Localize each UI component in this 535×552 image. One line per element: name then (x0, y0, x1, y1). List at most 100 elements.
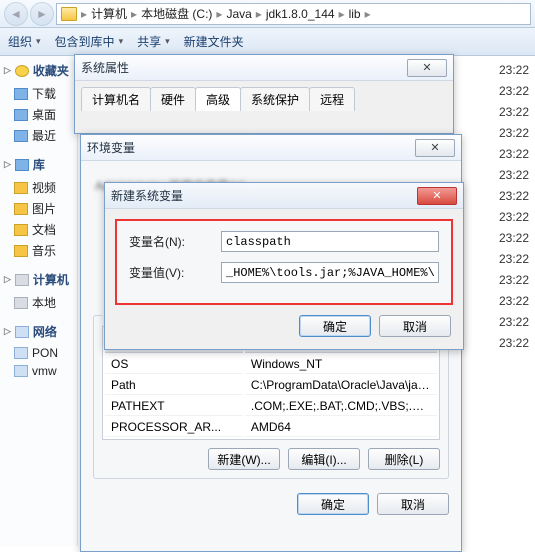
pc-icon (14, 347, 28, 359)
sidebar-item-recent[interactable]: 最近 (4, 125, 73, 146)
window-title: 系统属性 (81, 59, 129, 76)
variable-value-input[interactable] (221, 262, 439, 283)
sidebar-libraries-header[interactable]: ▷库 (4, 156, 73, 173)
table-row[interactable]: PathC:\ProgramData\Oracle\Java\java... (105, 376, 437, 395)
newvar-titlebar[interactable]: 新建系统变量 ✕ (105, 183, 463, 209)
breadcrumb-item[interactable]: 计算机 (91, 5, 127, 22)
download-icon (14, 88, 28, 100)
document-icon (14, 224, 28, 236)
sidebar-item-downloads[interactable]: 下载 (4, 83, 73, 104)
close-button[interactable]: ✕ (415, 139, 455, 157)
file-time: 23:22 (499, 249, 529, 270)
new-system-variable-dialog: 新建系统变量 ✕ 变量名(N): 变量值(V): 确定 取消 (104, 182, 464, 350)
sidebar-item-music[interactable]: 音乐 (4, 240, 73, 261)
chevron-right-icon: ▸ (339, 7, 345, 21)
chevron-down-icon: ▾ (165, 36, 170, 47)
breadcrumb-item[interactable]: jdk1.8.0_144 (266, 7, 335, 21)
sidebar-favorites-header[interactable]: ▷收藏夹 (4, 62, 73, 79)
env-titlebar[interactable]: 环境变量 ✕ (81, 135, 461, 161)
table-row[interactable]: PROCESSOR_AR...AMD64 (105, 418, 437, 437)
ok-button[interactable]: 确定 (297, 493, 369, 515)
music-icon (14, 245, 28, 257)
organize-menu[interactable]: 组织▾ (8, 33, 41, 50)
highlighted-form-area: 变量名(N): 变量值(V): (115, 219, 453, 305)
file-time: 23:22 (499, 81, 529, 102)
desktop-icon (14, 109, 28, 121)
file-modified-column: 23:22 23:22 23:22 23:22 23:22 23:22 23:2… (499, 60, 529, 354)
delete-variable-button[interactable]: 删除(L) (368, 448, 440, 470)
tab-hardware[interactable]: 硬件 (150, 87, 196, 111)
file-time: 23:22 (499, 291, 529, 312)
file-time: 23:22 (499, 228, 529, 249)
system-properties-titlebar[interactable]: 系统属性 ✕ (75, 55, 453, 81)
window-title: 新建系统变量 (111, 187, 183, 204)
file-time: 23:22 (499, 102, 529, 123)
chevron-right-icon: ▸ (365, 7, 371, 21)
tab-system-protection[interactable]: 系统保护 (240, 87, 310, 111)
table-row[interactable]: PATHEXT.COM;.EXE;.BAT;.CMD;.VBS;.VBE;... (105, 397, 437, 416)
share-menu[interactable]: 共享▾ (137, 33, 170, 50)
file-time: 23:22 (499, 270, 529, 291)
chevron-down-icon: ▾ (119, 36, 124, 47)
video-icon (14, 182, 28, 194)
ok-button[interactable]: 确定 (299, 315, 371, 337)
file-time: 23:22 (499, 333, 529, 354)
variable-name-label: 变量名(N): (129, 233, 211, 250)
edit-variable-button[interactable]: 编辑(I)... (288, 448, 360, 470)
breadcrumb-item[interactable]: Java (226, 7, 251, 21)
nav-back-button[interactable]: ◄ (4, 2, 28, 26)
file-time: 23:22 (499, 207, 529, 228)
sidebar-item-network-pon[interactable]: PON (4, 344, 73, 362)
navigation-sidebar: ▷收藏夹 下载 桌面 最近 ▷库 视频 图片 文档 音乐 ▷计算机 本地 ▷网络… (0, 56, 78, 546)
picture-icon (14, 203, 28, 215)
pc-icon (14, 365, 28, 377)
breadcrumb-item[interactable]: lib (349, 7, 361, 21)
tab-computer-name[interactable]: 计算机名 (81, 87, 151, 111)
sidebar-computer-header[interactable]: ▷计算机 (4, 271, 73, 288)
system-properties-tabs: 计算机名 硬件 高级 系统保护 远程 (75, 81, 453, 111)
close-button[interactable]: ✕ (407, 59, 447, 77)
file-time: 23:22 (499, 186, 529, 207)
star-icon (15, 65, 29, 77)
new-variable-button[interactable]: 新建(W)... (208, 448, 280, 470)
tab-remote[interactable]: 远程 (309, 87, 355, 111)
sidebar-item-pictures[interactable]: 图片 (4, 198, 73, 219)
tab-advanced[interactable]: 高级 (195, 87, 241, 111)
close-button[interactable]: ✕ (417, 187, 457, 205)
chevron-right-icon: ▸ (131, 7, 137, 21)
sidebar-item-localdisk[interactable]: 本地 (4, 292, 73, 313)
cancel-button[interactable]: 取消 (379, 315, 451, 337)
sidebar-item-videos[interactable]: 视频 (4, 177, 73, 198)
window-title: 环境变量 (87, 139, 135, 156)
sidebar-item-desktop[interactable]: 桌面 (4, 104, 73, 125)
file-time: 23:22 (499, 165, 529, 186)
network-icon (15, 326, 29, 338)
explorer-address-bar: ◄ ► ▸ 计算机 ▸ 本地磁盘 (C:) ▸ Java ▸ jdk1.8.0_… (0, 0, 535, 28)
sidebar-item-documents[interactable]: 文档 (4, 219, 73, 240)
computer-icon (15, 274, 29, 286)
chevron-right-icon: ▸ (216, 7, 222, 21)
include-in-library-menu[interactable]: 包含到库中▾ (55, 33, 124, 50)
file-time: 23:22 (499, 144, 529, 165)
file-time: 23:22 (499, 60, 529, 81)
sidebar-network-header[interactable]: ▷网络 (4, 323, 73, 340)
new-folder-button[interactable]: 新建文件夹 (184, 33, 244, 50)
file-time: 23:22 (499, 312, 529, 333)
cancel-button[interactable]: 取消 (377, 493, 449, 515)
sidebar-item-network-vmw[interactable]: vmw (4, 362, 73, 380)
chevron-down-icon: ▾ (36, 36, 41, 47)
nav-forward-button[interactable]: ► (30, 2, 54, 26)
chevron-right-icon: ▸ (81, 7, 87, 21)
explorer-command-bar: 组织▾ 包含到库中▾ 共享▾ 新建文件夹 (0, 28, 535, 56)
variable-value-label: 变量值(V): (129, 264, 211, 281)
folder-icon (61, 7, 77, 21)
address-bar[interactable]: ▸ 计算机 ▸ 本地磁盘 (C:) ▸ Java ▸ jdk1.8.0_144 … (56, 3, 531, 25)
system-properties-window: 系统属性 ✕ 计算机名 硬件 高级 系统保护 远程 (74, 54, 454, 134)
file-time: 23:22 (499, 123, 529, 144)
library-icon (15, 159, 29, 171)
table-row[interactable]: OSWindows_NT (105, 355, 437, 374)
recent-icon (14, 130, 28, 142)
breadcrumb-item[interactable]: 本地磁盘 (C:) (141, 5, 212, 22)
disk-icon (14, 297, 28, 309)
variable-name-input[interactable] (221, 231, 439, 252)
